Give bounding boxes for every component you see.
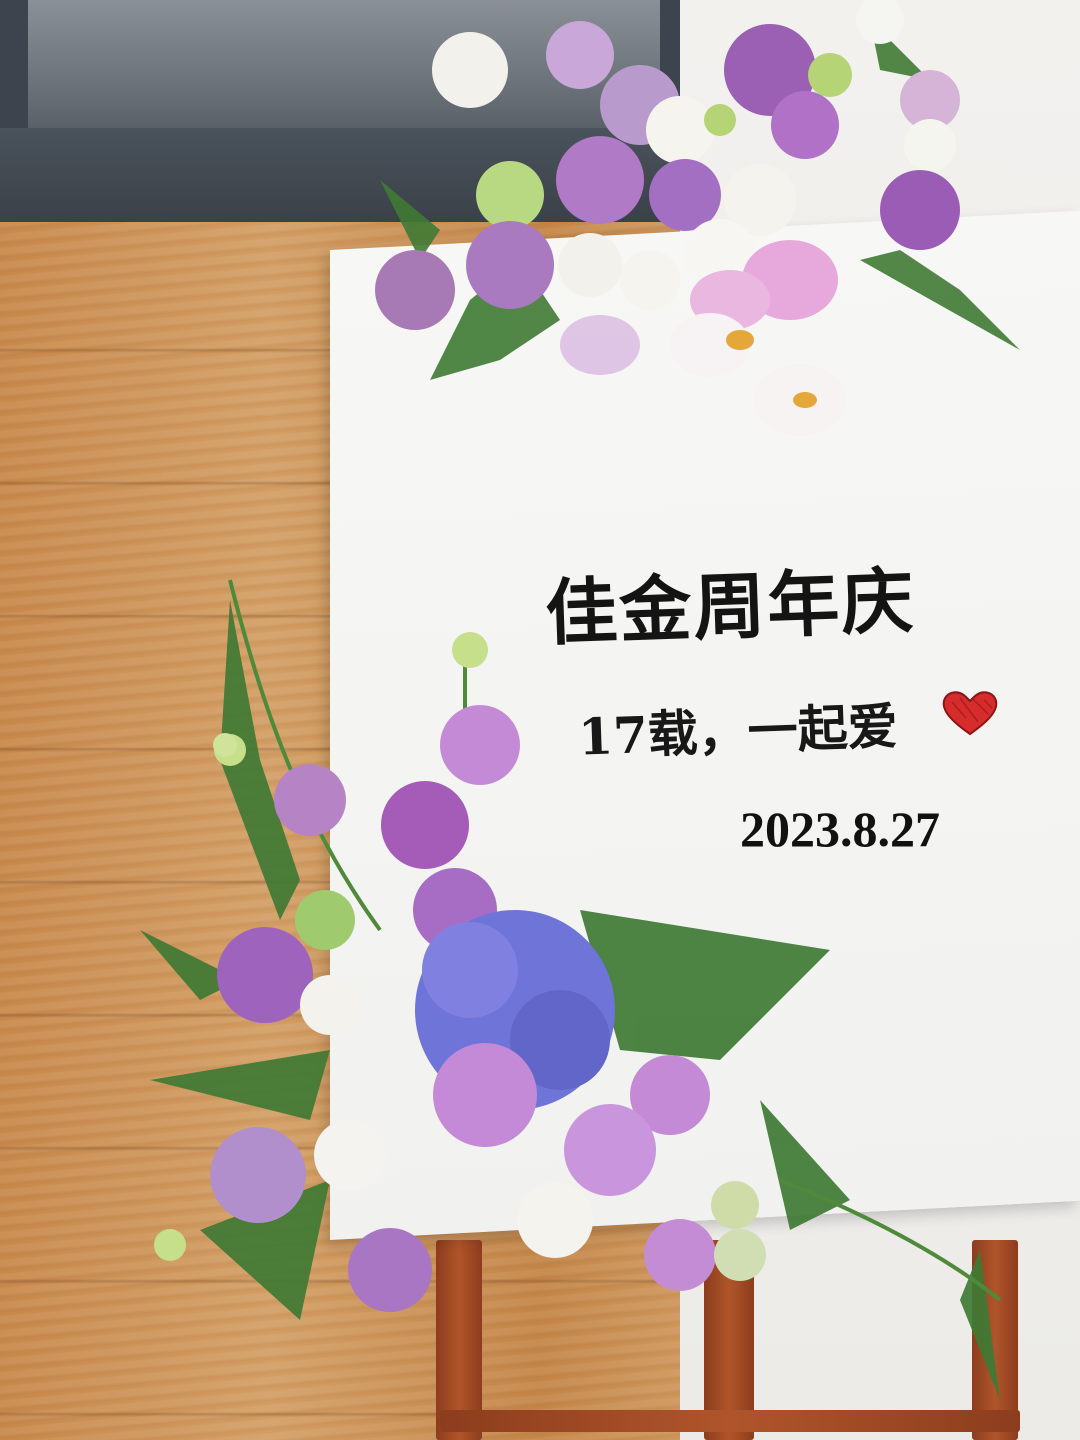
window-sill xyxy=(0,128,680,222)
sign-title: 佳金周年庆 xyxy=(543,557,917,656)
heart-icon xyxy=(942,691,998,736)
sign-date: 2023.8.27 xyxy=(740,801,940,857)
easel-crossbar xyxy=(440,1410,1020,1432)
sign-subtitle: 17载，一起爱 xyxy=(577,696,899,767)
window-glass xyxy=(28,0,660,128)
photo-scene: 佳金周年庆 17载，一起爱 2023.8.27 xyxy=(0,0,1080,1440)
window-frame xyxy=(0,0,680,222)
